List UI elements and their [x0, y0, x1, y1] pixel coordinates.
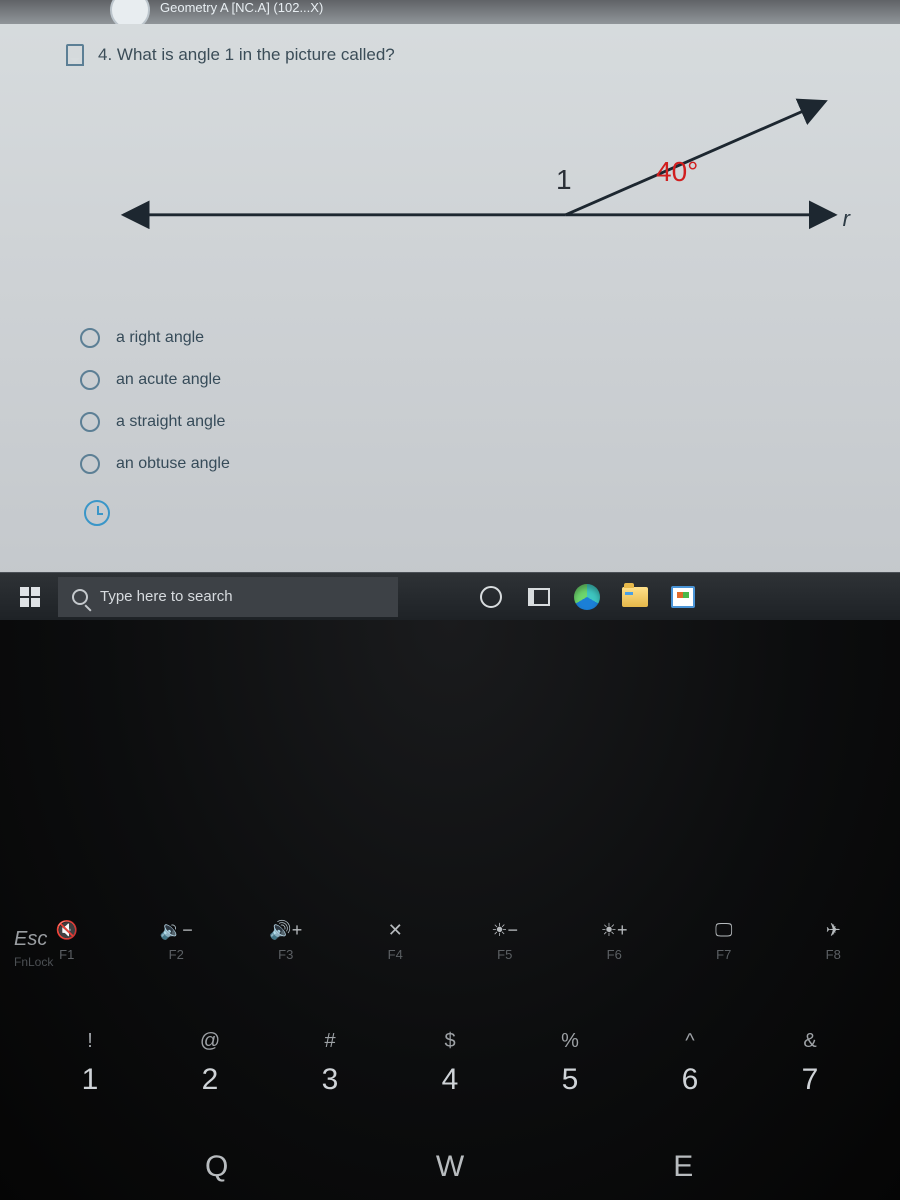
screen-area: Geometry A [NC.A] (102...X) 4. What is a…	[0, 0, 900, 620]
key-e: E	[633, 1150, 733, 1184]
question-number: 4.	[98, 45, 112, 64]
timer-icon[interactable]	[84, 500, 110, 526]
diagram-ray-letter: r	[843, 206, 850, 232]
course-name: Geometry A [NC.A] (102...X)	[160, 0, 323, 15]
search-placeholder: Type here to search	[100, 588, 233, 605]
option-label: a right angle	[116, 329, 204, 347]
taskview-icon[interactable]	[518, 577, 560, 617]
bookmark-icon[interactable]	[66, 44, 84, 66]
radio-icon[interactable]	[80, 412, 100, 432]
key-f7: 🖵F7	[679, 920, 769, 962]
start-button[interactable]	[8, 577, 52, 617]
angle-diagram: 1 40° r	[66, 86, 854, 286]
question-text: 4. What is angle 1 in the picture called…	[98, 45, 395, 65]
radio-icon[interactable]	[80, 328, 100, 348]
function-key-row: 🔇F1 🔉−F2 🔊+F3 ✕F4 ☀−F5 ☀+F6 🖵F7 ✈F8	[0, 920, 900, 962]
key-2: @2	[165, 1030, 255, 1097]
store-icon[interactable]	[662, 577, 704, 617]
option-c[interactable]: a straight angle	[80, 412, 840, 432]
edge-icon[interactable]	[566, 577, 608, 617]
key-1: !1	[45, 1030, 135, 1097]
question-block: 4. What is angle 1 in the picture called…	[0, 10, 900, 316]
radio-icon[interactable]	[80, 454, 100, 474]
avatar	[110, 0, 150, 24]
key-f2: 🔉−F2	[131, 920, 221, 962]
cortana-icon[interactable]	[470, 577, 512, 617]
key-5: %5	[525, 1030, 615, 1097]
taskbar-search[interactable]: Type here to search	[58, 577, 398, 617]
key-f3: 🔊+F3	[241, 920, 331, 962]
key-q: Q	[167, 1150, 267, 1184]
diagram-label-1: 1	[556, 164, 572, 196]
windows-taskbar: Type here to search	[0, 572, 900, 620]
key-f6: ☀+F6	[569, 920, 659, 962]
number-key-row: !1 @2 #3 $4 %5 ^6 &7	[0, 1030, 900, 1097]
key-f4: ✕F4	[350, 920, 440, 962]
option-label: an obtuse angle	[116, 455, 230, 473]
key-6: ^6	[645, 1030, 735, 1097]
option-b[interactable]: an acute angle	[80, 370, 840, 390]
key-w: W	[400, 1150, 500, 1184]
option-label: a straight angle	[116, 413, 225, 431]
diagram-label-40: 40°	[656, 156, 698, 188]
key-3: #3	[285, 1030, 375, 1097]
key-f8: ✈F8	[788, 920, 878, 962]
answer-options: a right angle an acute angle a straight …	[0, 328, 900, 526]
key-7: &7	[765, 1030, 855, 1097]
key-f1: 🔇F1	[22, 920, 112, 962]
physical-keyboard: Esc FnLock 🔇F1 🔉−F2 🔊+F3 ✕F4 ☀−F5 ☀+F6 🖵…	[0, 620, 900, 1200]
search-icon	[72, 589, 88, 605]
option-a[interactable]: a right angle	[80, 328, 840, 348]
question-body: What is angle 1 in the picture called?	[117, 45, 395, 64]
radio-icon[interactable]	[80, 370, 100, 390]
file-explorer-icon[interactable]	[614, 577, 656, 617]
qwerty-row: Q W E	[0, 1150, 900, 1184]
course-header: Geometry A [NC.A] (102...X)	[0, 0, 900, 24]
option-d[interactable]: an obtuse angle	[80, 454, 840, 474]
option-label: an acute angle	[116, 371, 221, 389]
key-4: $4	[405, 1030, 495, 1097]
key-f5: ☀−F5	[460, 920, 550, 962]
